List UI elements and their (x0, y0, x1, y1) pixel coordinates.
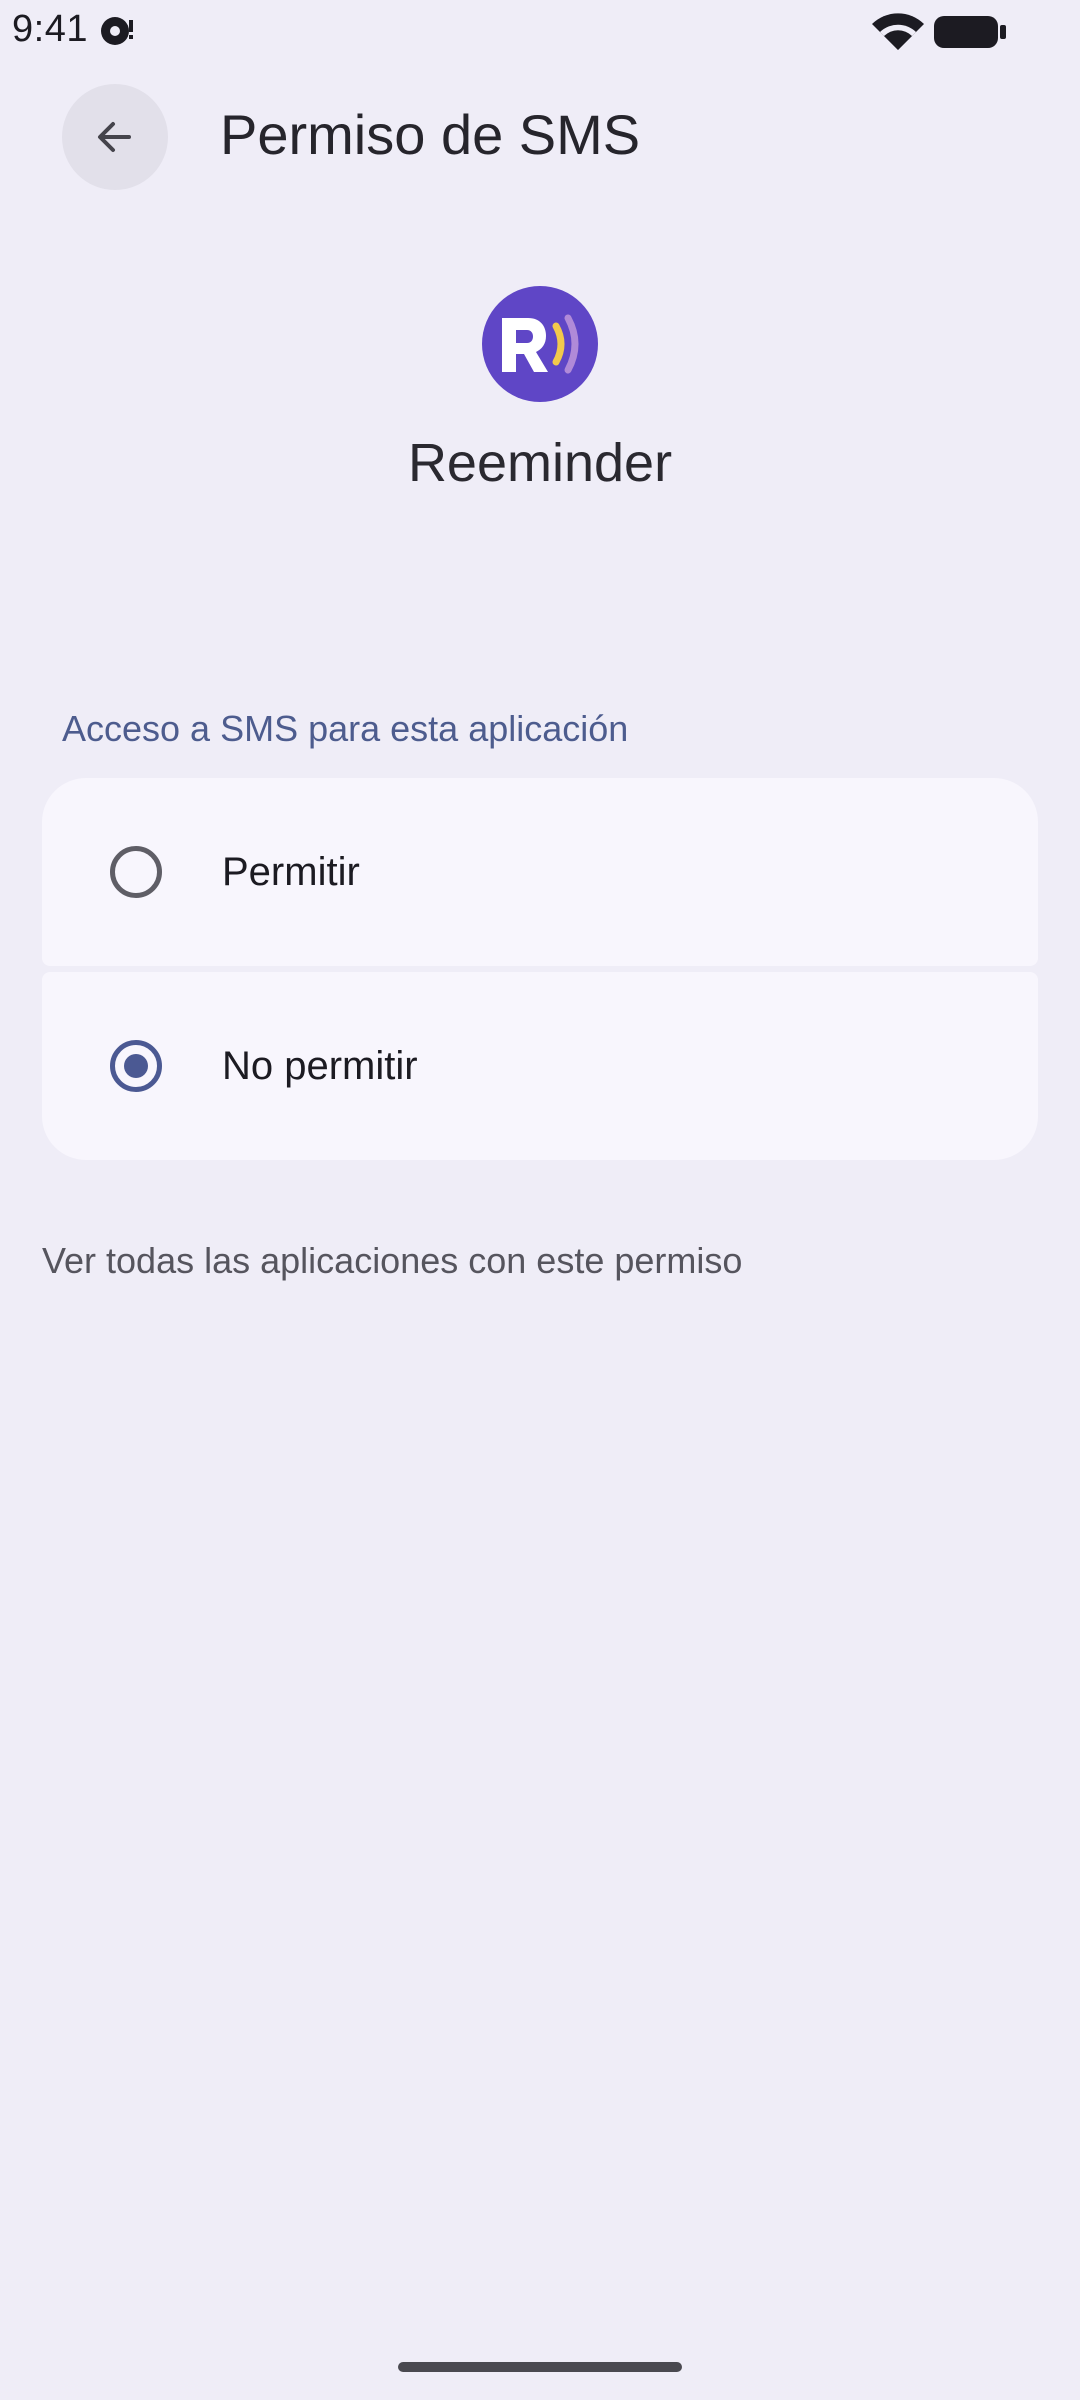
app-name: Reeminder (407, 433, 673, 493)
status-time: 9:41 (12, 8, 88, 50)
option-deny[interactable]: No permitir (42, 972, 1038, 1160)
radio-allow[interactable] (110, 846, 162, 898)
back-button[interactable] (62, 84, 168, 190)
battery-icon (932, 12, 1008, 52)
arrow-back-icon (98, 122, 131, 152)
radio-selected-dot (124, 1054, 148, 1078)
notification-icon (98, 14, 136, 48)
navigation-handle[interactable] (398, 2362, 682, 2372)
radio-deny[interactable] (110, 1040, 162, 1092)
status-bar: 9:41 (0, 0, 1080, 62)
permission-options: Permitir No permitir (42, 778, 1038, 1160)
reeminder-app-icon (482, 286, 598, 402)
see-all-apps-link[interactable]: Ver todas las aplicaciones con este perm… (42, 1236, 742, 1286)
section-header: Acceso a SMS para esta aplicación (62, 708, 629, 749)
option-label: No permitir (222, 1044, 418, 1088)
option-label: Permitir (222, 850, 360, 894)
page-title: Permiso de SMS (220, 103, 641, 166)
wifi-icon (870, 12, 926, 52)
option-allow[interactable]: Permitir (42, 778, 1038, 966)
